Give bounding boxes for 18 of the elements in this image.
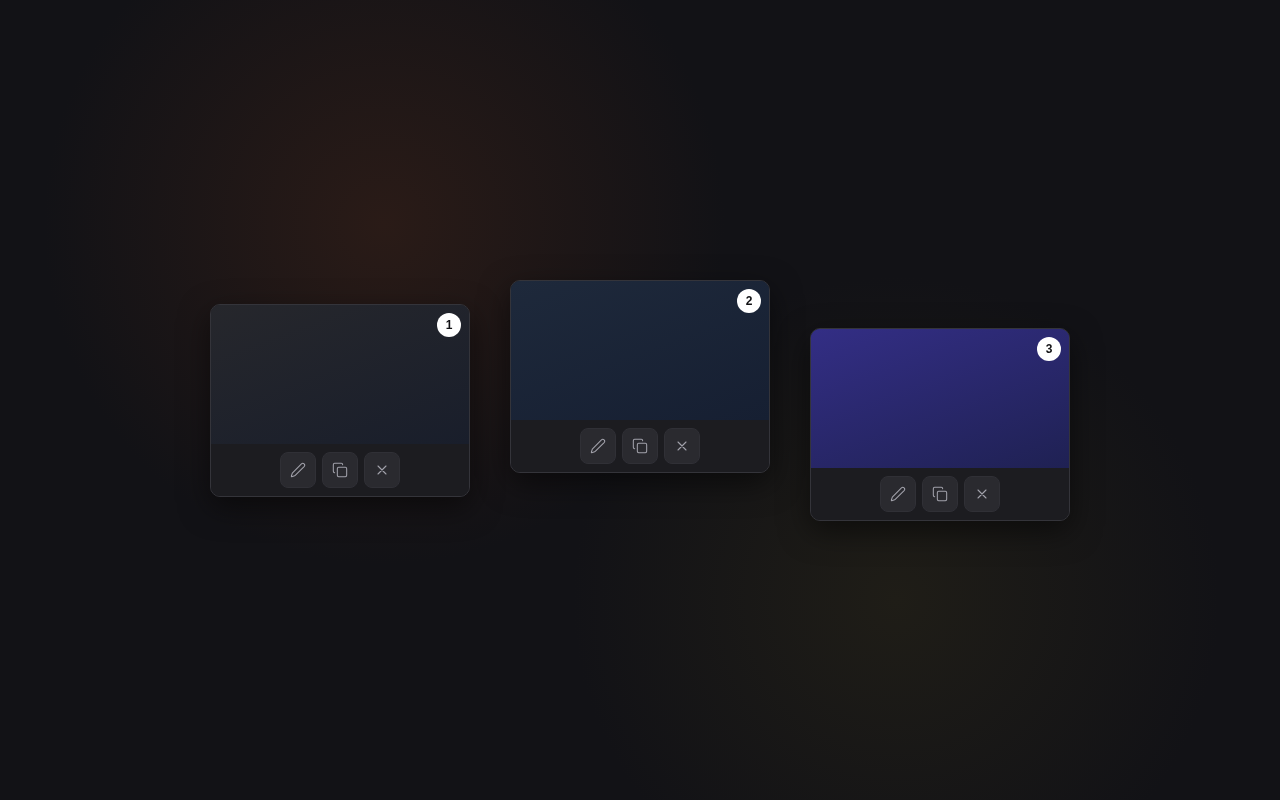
duplicate-button[interactable] [922,475,958,512]
duplicate-button[interactable] [622,427,658,464]
copy-icon [932,485,948,502]
delete-button[interactable] [664,427,700,464]
edit-button[interactable] [880,475,916,512]
delete-button[interactable] [364,451,400,488]
pencil-icon [590,437,606,454]
pencil-icon [290,461,306,478]
slide-number-badge: 2 [737,288,761,313]
delete-button[interactable] [964,475,1000,512]
slide-number-badge: 3 [1037,336,1061,361]
slide-number-badge: 1 [437,312,461,337]
edit-button[interactable] [280,451,316,488]
copy-icon [332,461,348,478]
copy-icon [632,437,648,454]
edit-button[interactable] [580,427,616,464]
pencil-icon [890,485,906,502]
duplicate-button[interactable] [322,451,358,488]
